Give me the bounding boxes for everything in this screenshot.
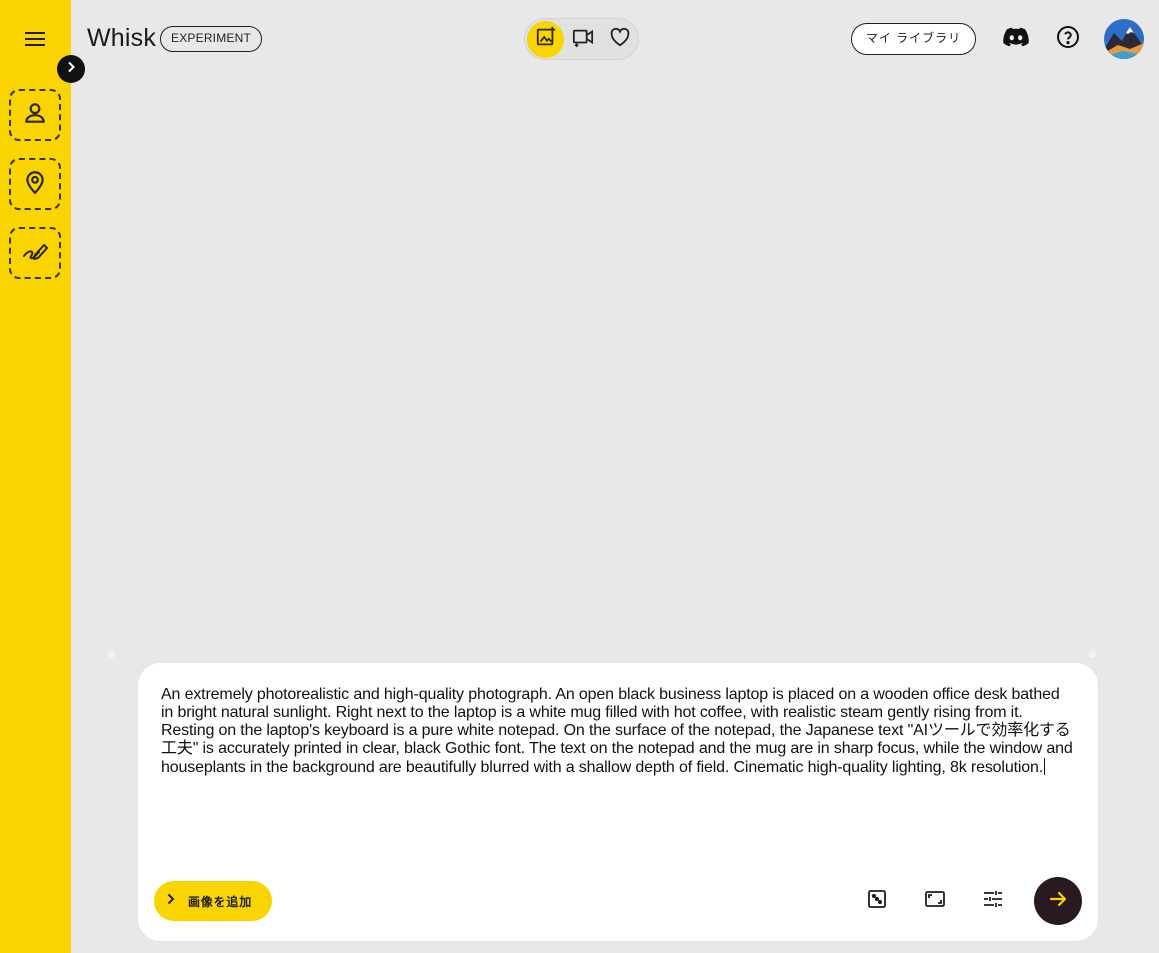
prompt-card: An extremely photorealistic and high-qua… xyxy=(138,663,1098,941)
video-spark-icon xyxy=(571,26,595,53)
avatar[interactable] xyxy=(1104,19,1144,59)
person-icon xyxy=(22,100,48,131)
subject-slot[interactable] xyxy=(9,89,61,141)
my-library-button[interactable]: マイ ライブラリ xyxy=(851,23,976,55)
decorative-dot xyxy=(108,651,115,658)
chevron-right-icon xyxy=(65,60,77,78)
mode-switch xyxy=(524,18,639,60)
decorative-dot xyxy=(1089,651,1096,658)
sidebar xyxy=(0,0,71,953)
arrow-right-icon xyxy=(1048,889,1068,914)
text-caret xyxy=(1044,758,1046,775)
experiment-badge: EXPERIMENT xyxy=(160,26,263,52)
settings-button[interactable] xyxy=(977,885,1009,917)
help-button[interactable] xyxy=(1052,23,1084,55)
send-button[interactable] xyxy=(1034,877,1082,925)
discord-icon xyxy=(1003,27,1029,52)
aspect-ratio-button[interactable] xyxy=(919,885,951,917)
dice-icon xyxy=(867,889,887,914)
add-image-label: 画像を追加 xyxy=(188,894,253,909)
scene-slot[interactable] xyxy=(9,158,61,210)
favorites-mode-button[interactable] xyxy=(601,21,638,58)
hamburger-menu-icon[interactable] xyxy=(22,27,48,51)
image-add-icon xyxy=(535,26,557,53)
add-image-button[interactable]: 画像を追加 xyxy=(154,881,272,921)
random-dice-button[interactable] xyxy=(861,885,893,917)
expand-sidebar-button[interactable] xyxy=(57,55,85,83)
video-mode-button[interactable] xyxy=(564,21,601,58)
brush-icon xyxy=(21,238,49,269)
style-slot[interactable] xyxy=(9,227,61,279)
location-pin-icon xyxy=(22,169,48,200)
image-mode-button[interactable] xyxy=(527,20,564,58)
heart-icon xyxy=(609,27,631,52)
help-icon xyxy=(1056,25,1080,54)
app-title: Whisk xyxy=(87,24,157,52)
aspect-ratio-icon xyxy=(924,889,946,914)
chevron-right-icon xyxy=(166,892,176,910)
prompt-input[interactable]: An extremely photorealistic and high-qua… xyxy=(161,686,1076,777)
prompt-text: An extremely photorealistic and high-qua… xyxy=(161,686,1073,776)
tune-icon xyxy=(982,889,1004,914)
discord-button[interactable] xyxy=(1000,23,1032,55)
